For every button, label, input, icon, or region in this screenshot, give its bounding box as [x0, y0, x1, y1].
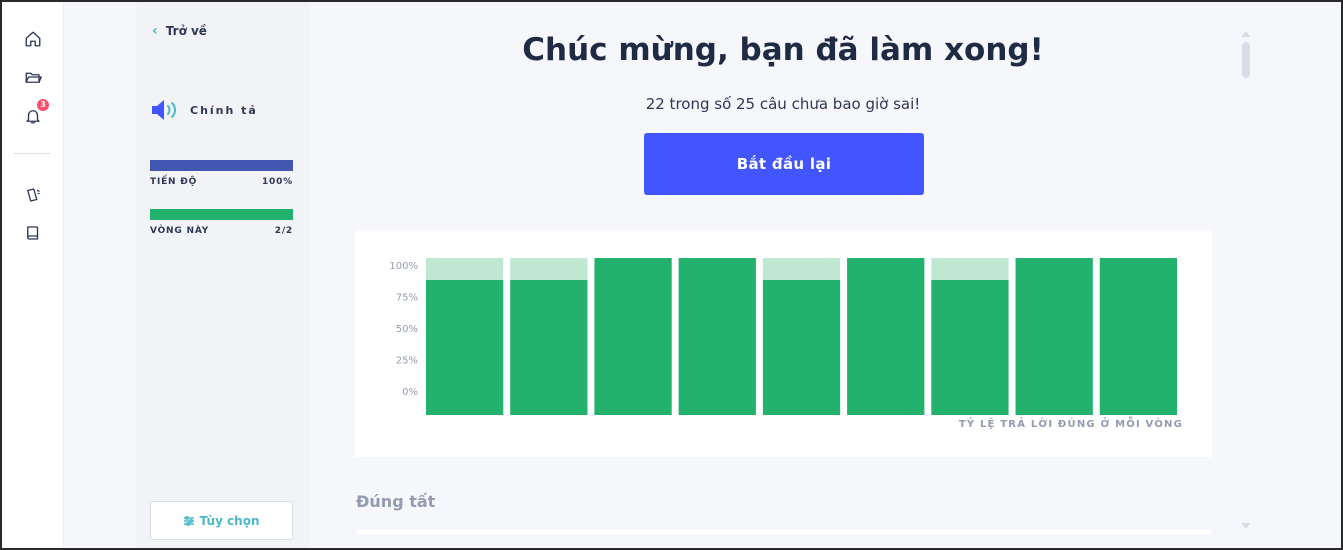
round-value: 2/2	[274, 226, 293, 236]
scroll-down-arrow[interactable]	[1241, 523, 1251, 529]
restart-button[interactable]: Bắt đầu lại	[644, 133, 924, 195]
back-label: Trở về	[165, 24, 207, 38]
round-label: VÒNG NÀY	[150, 226, 210, 236]
book-icon[interactable]	[22, 222, 44, 244]
bar-round-6	[847, 258, 925, 415]
chart-svg: 100% 75% 50% 25% 0% TỶ LỆ TRẢ LỜI ĐÚNG Ở MỖI …	[389, 258, 1183, 430]
chevron-left-icon: ‹	[152, 23, 158, 39]
speaker-icon	[152, 100, 176, 120]
bar-round-3	[594, 258, 672, 415]
bar-round-4	[678, 258, 756, 415]
sliders-icon	[184, 515, 195, 526]
bar-round-7	[931, 279, 1009, 415]
progress-bar	[150, 160, 293, 171]
round-bar	[150, 209, 293, 220]
round-row: VÒNG NÀY 2/2	[150, 226, 293, 236]
bar-round-5	[762, 279, 841, 415]
section-card-edge	[356, 530, 1212, 534]
y-tick-label: 100%	[389, 261, 418, 272]
y-tick-label: 25%	[396, 356, 418, 367]
options-label: Tùy chọn	[199, 513, 260, 528]
bar-round-8	[1015, 258, 1093, 415]
nav-rail: 3	[2, 2, 64, 548]
scroll-up-arrow[interactable]	[1241, 31, 1251, 37]
y-tick-label: 50%	[396, 324, 418, 335]
x-axis-label: TỶ LỆ TRẢ LỜI ĐÚNG Ở MỖI VÒNG	[959, 415, 1183, 430]
scrollbar-thumb[interactable]	[1242, 42, 1250, 78]
cards-icon[interactable]	[22, 184, 44, 206]
progress-row: TIẾN ĐỘ 100%	[150, 177, 293, 187]
bar-round-9	[1099, 258, 1177, 415]
y-tick-label: 0%	[402, 387, 418, 398]
section-title: Đúng tất	[356, 492, 436, 511]
bar-round-2	[510, 279, 588, 415]
round-bar-fill	[150, 209, 293, 220]
bar-round-1	[426, 279, 504, 415]
progress-bar-fill	[150, 160, 293, 171]
rail-divider	[14, 153, 50, 154]
page-title: Chúc mừng, bạn đã làm xong!	[522, 32, 1044, 68]
progress-value: 100%	[261, 177, 293, 187]
mode-label: Chính tả	[190, 103, 258, 117]
result-summary: 22 trong số 25 câu chưa bao giờ sai!	[645, 95, 921, 113]
y-tick-label: 75%	[396, 293, 418, 304]
progress-label: TIẾN ĐỘ	[150, 177, 198, 187]
mode-header: Chính tả	[150, 98, 258, 122]
options-button[interactable]: Tùy chọn	[150, 501, 293, 540]
notification-badge: 3	[37, 99, 49, 111]
home-icon[interactable]	[22, 28, 44, 50]
folder-icon[interactable]	[22, 66, 44, 88]
back-link[interactable]: ‹ Trở về	[152, 23, 207, 39]
round-accuracy-chart: 100% 75% 50% 25% 0% TỶ LỆ TRẢ LỜI ĐÚNG Ở MỖI …	[355, 230, 1212, 457]
bell-icon[interactable]: 3	[22, 99, 49, 127]
study-side-panel: ‹ Trở về Chính tả TIẾN ĐỘ 100% VÒNG NÀY …	[136, 2, 307, 548]
